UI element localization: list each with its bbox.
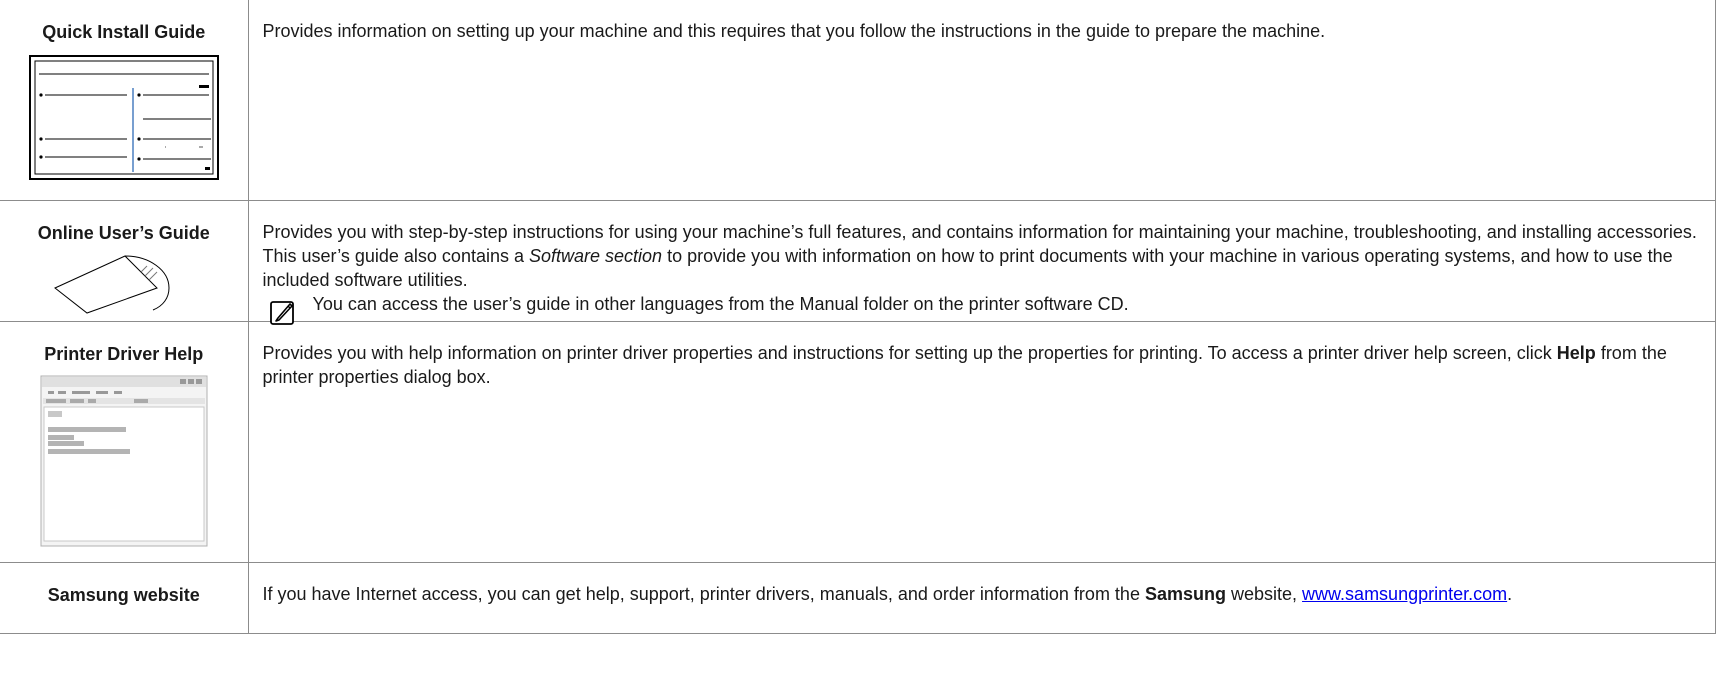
help-window-thumbnail — [40, 375, 208, 546]
samsung-website-link[interactable]: www.samsungprinter.com — [1302, 584, 1507, 604]
table-row: Quick Install Guide Provides information… — [0, 0, 1716, 201]
guide-description-cell: Provides you with step-by-step instructi… — [247, 199, 1716, 325]
guide-description-software: This user’s guide also contains a Softwa… — [262, 245, 1673, 290]
quick-install-guide-thumbnail — [28, 55, 219, 180]
guide-description: Provides you with step-by-step instructi… — [262, 221, 1697, 242]
guide-description-cell: Provides information on setting up your … — [247, 0, 1716, 201]
guide-description-cell: Provides you with help information on pr… — [247, 320, 1716, 563]
guide-title: Quick Install Guide — [42, 22, 206, 42]
guide-description-cell: If you have Internet access, you can get… — [247, 561, 1716, 634]
resources-table: Quick Install Guide Provides information… — [0, 0, 1716, 634]
note-text: You can access the user’s guide in other… — [312, 293, 1129, 314]
guide-description: Provides information on setting up your … — [262, 21, 1326, 41]
guide-title: Samsung website — [47, 584, 200, 605]
table-row: Printer Driver Help Provides you with he… — [0, 320, 1716, 563]
help-reference: Help — [1556, 342, 1596, 363]
guide-title: Online User’s Guide — [37, 222, 210, 243]
table-row: Online User’s Guide Provides you with st… — [0, 199, 1716, 325]
guide-name-cell: Online User’s Guide — [0, 199, 249, 322]
cd-in-sleeve — [53, 254, 170, 314]
note: You can access the user’s guide in other… — [263, 292, 1704, 325]
table-row: Samsung website If you have Internet acc… — [0, 561, 1716, 634]
guide-name-cell: Samsung website — [0, 561, 249, 634]
guide-name-cell: Quick Install Guide — [0, 0, 249, 201]
guide-description: Provides you with help information on pr… — [262, 342, 1667, 387]
note-pencil-icon — [269, 300, 294, 325]
guide-name-cell: Printer Driver Help — [0, 320, 249, 563]
guide-description: If you have Internet access, you can get… — [262, 583, 1513, 604]
samsung-reference: Samsung — [1144, 583, 1226, 604]
software-section-reference: Software section — [528, 245, 663, 266]
guide-title: Printer Driver Help — [44, 343, 204, 364]
